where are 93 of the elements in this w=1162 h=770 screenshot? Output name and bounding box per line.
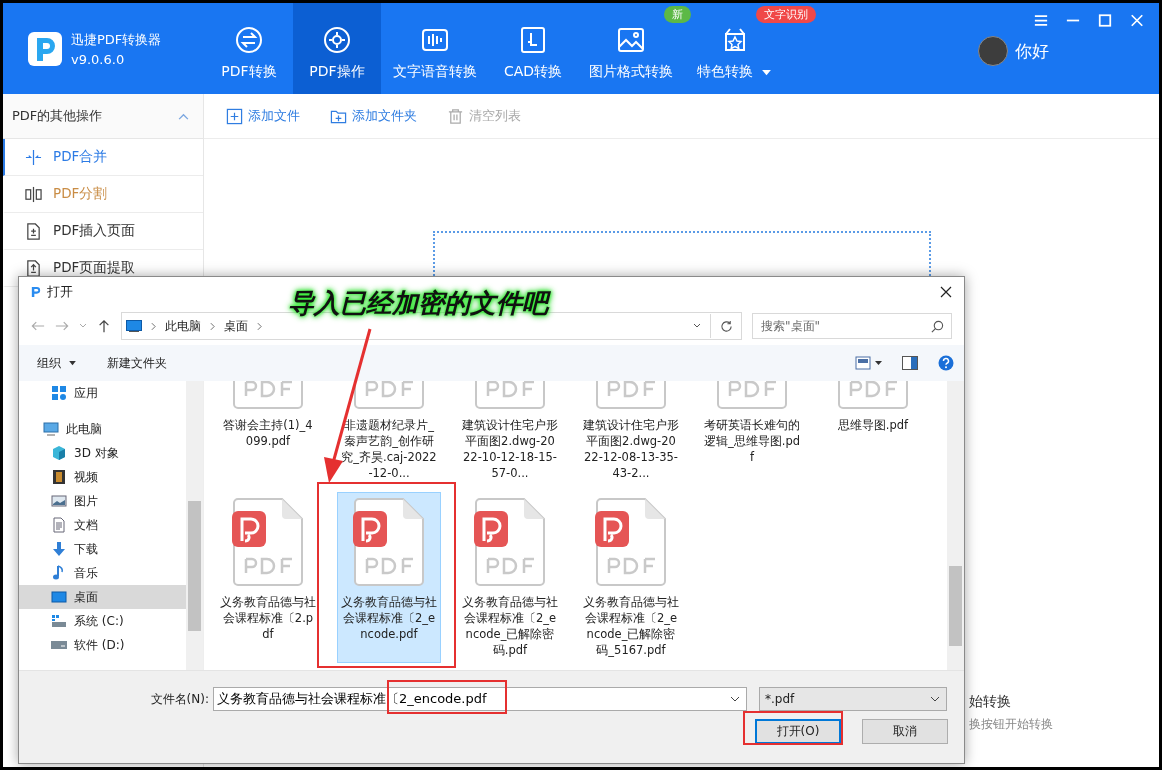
file-item[interactable]: 建筑设计住宅户形平面图2.dwg-2022-10-12-18-15-57-0... <box>458 381 562 486</box>
file-type-dropdown[interactable]: *.pdf <box>759 687 947 711</box>
chevron-icon <box>178 112 189 120</box>
nav-tab[interactable]: 特色转换 <box>685 25 784 81</box>
nav-item[interactable]: 桌面 <box>19 585 186 609</box>
app-name: 迅捷PDF转换器 <box>71 30 162 49</box>
filename-field[interactable]: 义务教育品德与社会课程标准〔2_encode.pdf <box>213 687 747 711</box>
merge-icon <box>25 148 42 166</box>
sidebar-header[interactable]: PDF的其他操作 <box>3 94 203 139</box>
refresh-icon[interactable] <box>720 319 733 333</box>
file-item[interactable]: 思维导图.pdf <box>821 381 925 486</box>
chevron-right-icon <box>151 321 156 331</box>
nav-item[interactable]: 3D 对象 <box>19 441 186 465</box>
user-name: 你好 <box>1015 39 1049 63</box>
computer-icon <box>43 421 59 437</box>
nav-item[interactable]: 视频 <box>19 465 186 489</box>
drive-icon <box>51 613 67 629</box>
nav-item[interactable]: 此电脑 <box>19 417 186 441</box>
file-item[interactable]: 非遗题材纪录片_秦声艺韵_创作研究_齐昊.caj-2022-12-0... <box>337 381 441 486</box>
file-plus-icon <box>226 107 243 125</box>
chevron-right-icon <box>210 321 215 331</box>
scrollbar[interactable] <box>947 381 964 670</box>
swap-icon <box>234 25 264 55</box>
film-icon <box>51 469 67 485</box>
menu-icon[interactable] <box>1034 14 1048 27</box>
chevron-right-icon <box>257 321 262 331</box>
open-button[interactable]: 打开(O) <box>755 719 841 744</box>
cancel-button[interactable]: 取消 <box>862 719 948 744</box>
download-icon <box>51 541 67 557</box>
file-item[interactable]: 答谢会主持(1)_4099.pdf <box>216 381 320 486</box>
command-button[interactable]: 新建文件夹 <box>107 354 167 372</box>
file-item[interactable]: 义务教育品德与社会课程标准〔2_encode.pdf <box>337 492 441 663</box>
breadcrumb[interactable]: 桌面 <box>224 317 248 335</box>
pdf-app-file-icon <box>474 497 546 587</box>
pdf-app-file-icon <box>595 497 667 587</box>
page-upload-icon <box>25 259 42 277</box>
app-version: v9.0.6.0 <box>71 51 126 67</box>
file-item[interactable]: 建筑设计住宅户形平面图2.dwg-2022-12-08-13-35-43-2... <box>579 381 683 486</box>
hint-text: 换按钮开始转换 <box>969 716 1054 733</box>
maximize-icon[interactable] <box>1098 14 1112 27</box>
breadcrumb[interactable]: 此电脑 <box>165 317 201 335</box>
help-icon[interactable] <box>938 355 954 371</box>
gear-icon <box>322 24 352 55</box>
drafting-icon <box>518 25 548 55</box>
chevron-down-icon <box>930 696 940 702</box>
app-logo-icon <box>31 286 41 298</box>
search-icon <box>931 320 944 333</box>
picture-icon <box>51 493 67 509</box>
trash-icon <box>447 107 464 125</box>
desktop-icon <box>51 589 67 605</box>
nav-item[interactable]: 下载 <box>19 537 186 561</box>
image-icon <box>616 25 646 55</box>
nav-tab[interactable]: 图片格式转换 <box>577 25 685 81</box>
chevron-down-icon[interactable] <box>693 323 701 329</box>
toolbar-button[interactable]: 添加文件夹 <box>330 107 417 125</box>
sidebar-item[interactable]: PDF插入页面 <box>3 213 203 250</box>
nav-tab[interactable]: PDF转换 <box>205 25 293 81</box>
file-item[interactable]: 考研英语长难句的逻辑_思维导图.pdf <box>700 381 804 486</box>
nav-item[interactable]: 应用 <box>19 381 186 405</box>
nav-item[interactable]: 图片 <box>19 489 186 513</box>
computer-icon <box>126 320 142 332</box>
search-field[interactable]: 搜索"桌面" <box>752 313 952 339</box>
toolbar-button[interactable]: 添加文件 <box>226 107 300 125</box>
command-button[interactable]: 组织 <box>37 354 77 372</box>
app-logo-icon <box>28 31 62 66</box>
page-plus-icon <box>25 222 42 240</box>
file-item[interactable]: 义务教育品德与社会课程标准〔2_encode_已解除密码.pdf <box>458 492 562 663</box>
pdf-app-file-icon <box>353 497 425 587</box>
nav-item[interactable]: 音乐 <box>19 561 186 585</box>
apps-icon <box>51 385 67 401</box>
nav-item[interactable]: 系统 (C:) <box>19 609 186 633</box>
sidebar-item[interactable]: PDF合并 <box>3 139 203 176</box>
nav-item[interactable]: 文档 <box>19 513 186 537</box>
pdf-app-file-icon <box>232 497 304 587</box>
cube-icon <box>51 445 67 461</box>
nav-tab[interactable]: CAD转换 <box>489 25 577 81</box>
nav-item[interactable]: 软件 (D:) <box>19 633 186 657</box>
nav-tab[interactable]: 文字语音转换 <box>381 25 489 81</box>
document-icon <box>51 517 67 533</box>
file-item[interactable]: 义务教育品德与社会课程标准〔2.pdf <box>216 492 320 663</box>
preview-pane-icon[interactable] <box>902 355 918 371</box>
close-icon[interactable] <box>940 286 952 298</box>
split-icon <box>25 185 42 203</box>
tab-badge: 新 <box>664 6 691 23</box>
file-item[interactable]: 义务教育品德与社会课程标准〔2_encode_已解除密码_5167.pdf <box>579 492 683 663</box>
up-arrow-icon[interactable] <box>97 319 111 333</box>
hint-title: 始转换 <box>969 693 1012 711</box>
scrollbar[interactable] <box>186 381 203 670</box>
chevron-down-icon <box>730 696 740 702</box>
nav-tab[interactable]: PDF操作 <box>293 3 381 94</box>
filename-label: 文件名(N): <box>149 690 210 708</box>
avatar[interactable] <box>978 36 1008 66</box>
tab-badge: 文字识别 <box>756 6 816 23</box>
